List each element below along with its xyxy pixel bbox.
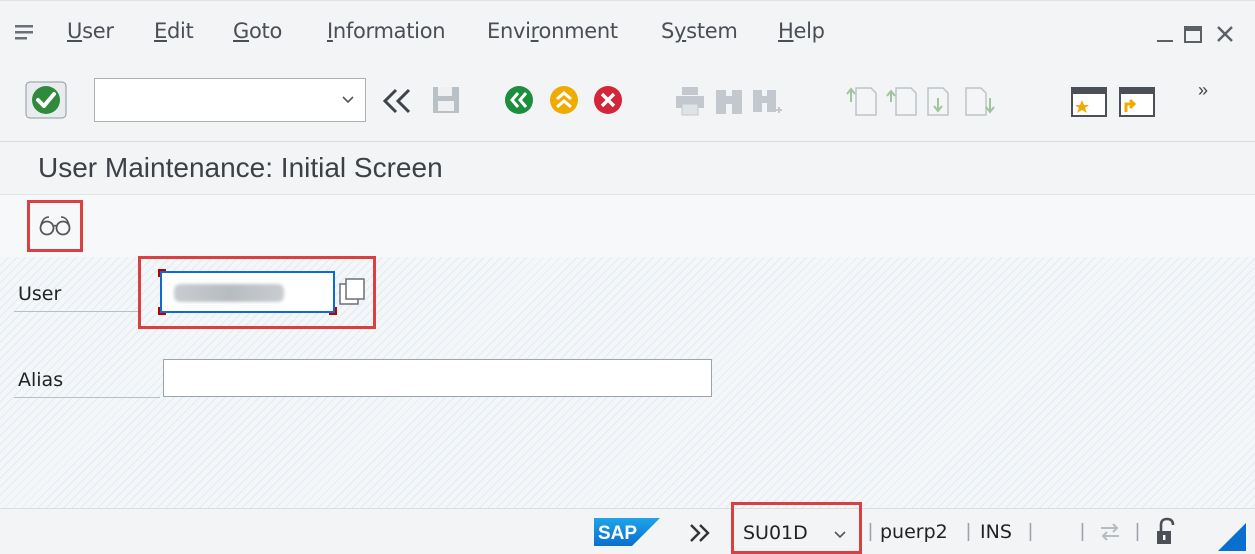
status-bar: SAP SU01D | puerp2 | INS | | | bbox=[0, 508, 1255, 554]
menu-user[interactable]: User bbox=[67, 19, 114, 43]
application-toolbar bbox=[0, 195, 1255, 257]
back-icon[interactable] bbox=[503, 84, 535, 116]
alias-label-underline bbox=[14, 397, 160, 398]
menu-edit[interactable]: Edit bbox=[154, 19, 194, 43]
enter-check-icon[interactable] bbox=[24, 80, 68, 120]
find-icon[interactable] bbox=[713, 84, 745, 118]
page-title: User Maintenance: Initial Screen bbox=[38, 152, 443, 183]
command-field[interactable] bbox=[94, 78, 366, 122]
close-icon[interactable] bbox=[1214, 23, 1236, 45]
menu-icon[interactable] bbox=[14, 23, 34, 41]
connection-icon bbox=[1101, 523, 1119, 541]
resize-grip-icon[interactable] bbox=[1218, 523, 1246, 551]
insert-mode: INS bbox=[980, 521, 1012, 543]
first-page-icon[interactable] bbox=[845, 84, 879, 118]
highlight-display-button bbox=[27, 200, 83, 252]
previous-page-icon[interactable] bbox=[885, 84, 919, 118]
collapse-command-icon[interactable] bbox=[380, 86, 414, 116]
menu-system[interactable]: System bbox=[661, 19, 738, 43]
maximize-icon[interactable] bbox=[1182, 23, 1204, 45]
save-icon[interactable] bbox=[430, 84, 462, 116]
generate-shortcut-icon[interactable] bbox=[1118, 84, 1158, 120]
menu-information[interactable]: Information bbox=[327, 19, 446, 43]
last-page-icon[interactable] bbox=[963, 84, 997, 118]
user-label-underline bbox=[14, 311, 139, 312]
system-toolbar: » bbox=[0, 62, 1255, 142]
menu-environment[interactable]: Environment bbox=[487, 19, 618, 43]
menu-goto[interactable]: Goto bbox=[233, 19, 282, 43]
alias-label: Alias bbox=[18, 369, 64, 391]
user-label: User bbox=[18, 283, 62, 305]
cancel-icon[interactable] bbox=[592, 84, 624, 116]
create-session-icon[interactable] bbox=[1070, 84, 1110, 120]
system-name: puerp2 bbox=[880, 521, 948, 543]
svg-text:SAP: SAP bbox=[598, 523, 637, 544]
lock-icon[interactable] bbox=[1154, 517, 1180, 547]
expand-status-icon[interactable] bbox=[688, 522, 712, 544]
sap-logo: SAP bbox=[594, 518, 660, 546]
next-page-icon[interactable] bbox=[925, 84, 959, 118]
menu-help[interactable]: Help bbox=[778, 19, 825, 43]
highlight-transaction-code bbox=[731, 502, 862, 554]
alias-input[interactable] bbox=[163, 359, 712, 397]
minimize-icon[interactable] bbox=[1154, 23, 1176, 45]
highlight-user-field bbox=[138, 256, 376, 329]
print-icon[interactable] bbox=[673, 84, 707, 118]
chevron-down-icon[interactable] bbox=[341, 92, 355, 106]
exit-icon[interactable] bbox=[548, 84, 580, 116]
find-next-icon[interactable] bbox=[750, 84, 784, 118]
more-toolbar-button[interactable]: » bbox=[1198, 80, 1208, 101]
menu-bar: User Edit Goto Information Environment S… bbox=[0, 0, 1255, 62]
title-bar: User Maintenance: Initial Screen bbox=[0, 142, 1255, 195]
